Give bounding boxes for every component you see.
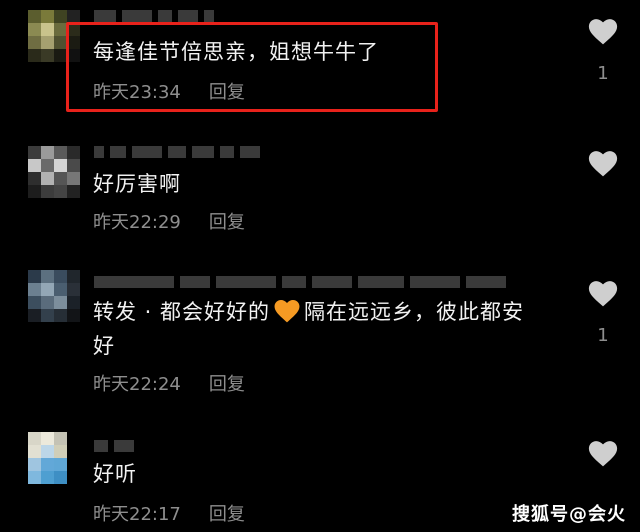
like-count: 1 — [597, 325, 609, 346]
comment-time: 昨天22:17 — [93, 504, 181, 525]
heart-icon — [588, 281, 618, 307]
like-button[interactable] — [588, 440, 618, 467]
like-count: 1 — [597, 63, 609, 84]
comment-text: 好听 — [93, 462, 137, 486]
comment-text-part1: 转发 · 都会好好的 — [93, 300, 271, 324]
comment-text-part2: 隔在远远乡，彼此都安 — [304, 300, 525, 324]
comment-meta: 昨天22:17 回复 — [93, 500, 245, 526]
reply-button[interactable]: 回复 — [209, 78, 245, 104]
reply-button[interactable]: 回复 — [209, 370, 245, 396]
comment-text: 转发 · 都会好好的 隔在远远乡，彼此都安 — [93, 296, 524, 328]
username-blurred[interactable] — [94, 440, 134, 454]
like-button[interactable]: 1 — [588, 18, 618, 84]
comment-time: 昨天23:34 — [93, 82, 181, 103]
username-blurred[interactable] — [94, 146, 260, 160]
comment-meta: 昨天22:24 回复 — [93, 370, 245, 396]
orange-heart-icon — [274, 300, 300, 323]
avatar[interactable] — [28, 146, 80, 198]
reply-button[interactable]: 回复 — [209, 208, 245, 234]
comment-meta: 昨天23:34 回复 — [93, 78, 245, 104]
like-button[interactable] — [588, 150, 618, 177]
watermark: 搜狐号@会火 — [512, 504, 626, 525]
comment-meta: 昨天22:29 回复 — [93, 208, 245, 234]
comment-text: 好厉害啊 — [93, 172, 181, 196]
reply-button[interactable]: 回复 — [209, 500, 245, 526]
username-blurred[interactable] — [94, 276, 506, 290]
comment-text-line2: 好 — [93, 334, 115, 358]
comment-time: 昨天22:29 — [93, 212, 181, 233]
heart-icon — [588, 19, 618, 45]
heart-icon — [588, 151, 618, 177]
comment-time: 昨天22:24 — [93, 374, 181, 395]
avatar[interactable] — [28, 270, 80, 322]
heart-icon — [588, 441, 618, 467]
avatar[interactable] — [28, 432, 80, 484]
comment-text: 每逢佳节倍思亲，姐想牛牛了 — [93, 40, 379, 64]
like-button[interactable]: 1 — [588, 280, 618, 346]
